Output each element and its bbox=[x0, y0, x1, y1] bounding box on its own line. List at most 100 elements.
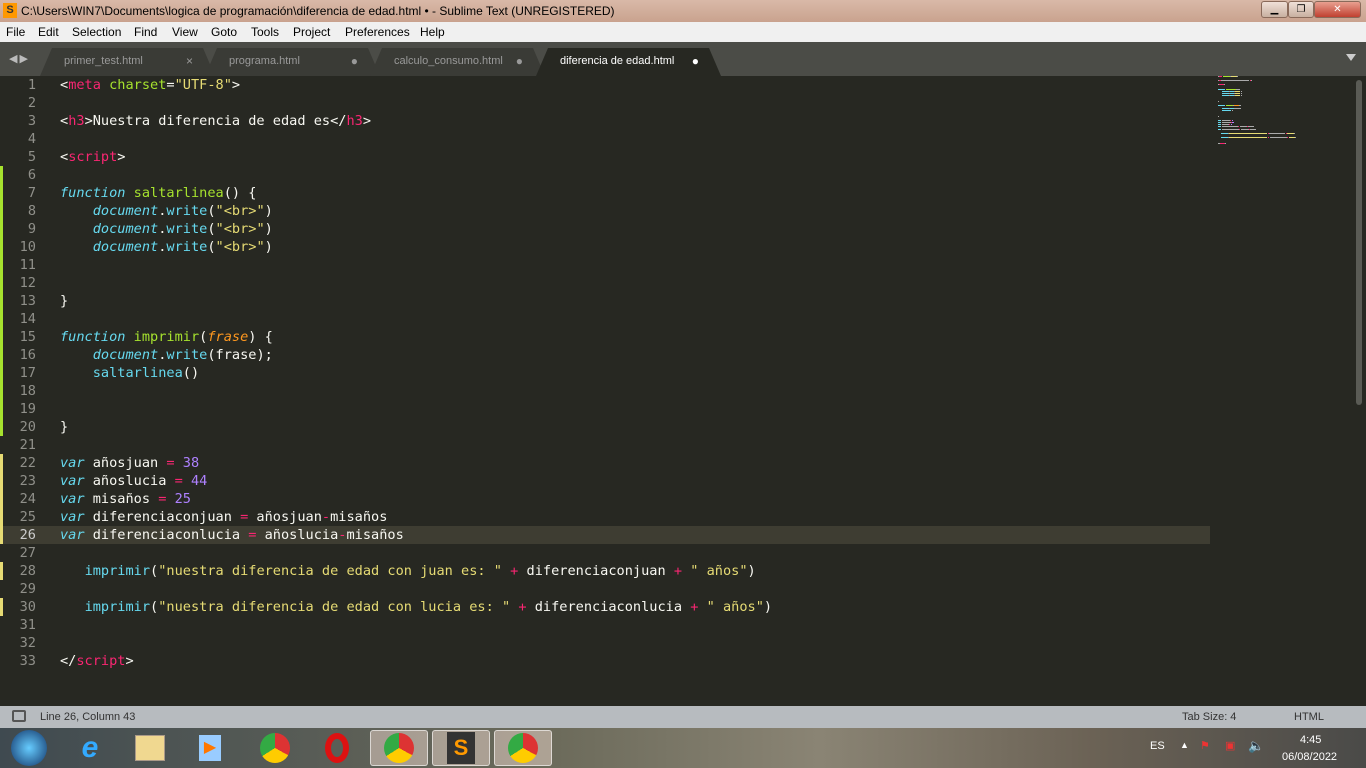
code-line[interactable]: 18 bbox=[0, 382, 1210, 400]
code-token: function bbox=[60, 185, 126, 201]
code-line[interactable]: 24 var misaños = 25 bbox=[0, 490, 1210, 508]
code-token: saltarlinea bbox=[133, 185, 224, 201]
code-editor[interactable]: 1 <meta charset="UTF-8"> 2 3 <h3>Nuestra dif… bbox=[0, 76, 1366, 706]
menu-preferences[interactable]: Preferences bbox=[345, 25, 410, 39]
code-line[interactable]: 27 bbox=[0, 544, 1210, 562]
tab-list-dropdown-icon[interactable] bbox=[1346, 54, 1356, 61]
code-line[interactable]: 10 document.write("<br>") bbox=[0, 238, 1210, 256]
code-line[interactable]: 28 imprimir("nuestra diferencia de edad … bbox=[0, 562, 1210, 580]
code-line[interactable]: 6 bbox=[0, 166, 1210, 184]
line-code: <meta charset="UTF-8"> bbox=[60, 76, 240, 94]
menu-project[interactable]: Project bbox=[293, 25, 330, 39]
minimap-line bbox=[1293, 132, 1295, 134]
menu-help[interactable]: Help bbox=[420, 25, 445, 39]
menu-view[interactable]: View bbox=[172, 25, 198, 39]
tab-calculo-consumo[interactable]: calculo_consumo.html ● bbox=[370, 48, 545, 76]
menu-tools[interactable]: Tools bbox=[251, 25, 279, 39]
close-tab-icon[interactable]: × bbox=[186, 54, 193, 68]
line-code: var añosjuan = 38 bbox=[60, 454, 199, 472]
code-token: ( bbox=[150, 599, 159, 615]
chrome-profile-icon[interactable] bbox=[494, 730, 552, 766]
line-code: var añoslucia = 44 bbox=[60, 472, 207, 490]
unsaved-dot-icon[interactable]: ● bbox=[692, 54, 699, 68]
code-token: write bbox=[166, 203, 208, 219]
code-line[interactable]: 9 document.write("<br>") bbox=[0, 220, 1210, 238]
code-line[interactable]: 19 bbox=[0, 400, 1210, 418]
code-line[interactable]: 30 imprimir("nuestra diferencia de edad … bbox=[0, 598, 1210, 616]
sublime-logo-icon: S bbox=[3, 3, 17, 18]
code-line[interactable]: 25 var diferenciaconjuan = añosjuan-misañ… bbox=[0, 508, 1210, 526]
syntax-mode[interactable]: HTML bbox=[1294, 711, 1324, 723]
network-icon[interactable]: ▣ bbox=[1225, 739, 1235, 752]
code-line[interactable]: 14 bbox=[0, 310, 1210, 328]
minimap[interactable] bbox=[1218, 76, 1308, 156]
panel-toggle-icon[interactable] bbox=[12, 710, 26, 722]
chrome-profile-icon[interactable] bbox=[370, 730, 428, 766]
code-line[interactable]: 15 function imprimir(frase) { bbox=[0, 328, 1210, 346]
code-line[interactable]: 7 function saltarlinea() { bbox=[0, 184, 1210, 202]
chrome-icon[interactable] bbox=[246, 730, 304, 766]
tab-primer-test[interactable]: primer_test.html × bbox=[40, 48, 215, 76]
code-line[interactable]: 31 bbox=[0, 616, 1210, 634]
volume-icon[interactable]: 🔈 bbox=[1248, 738, 1264, 754]
menu-file[interactable]: File bbox=[6, 25, 25, 39]
clock-time[interactable]: 4:45 bbox=[1300, 734, 1321, 746]
code-line[interactable]: 26 var diferenciaconlucia = añoslucia-mis… bbox=[0, 526, 1210, 544]
menu-goto[interactable]: Goto bbox=[211, 25, 237, 39]
line-number: 19 bbox=[19, 401, 36, 417]
action-center-icon[interactable]: ⚑ bbox=[1200, 739, 1210, 752]
line-code: } bbox=[60, 292, 68, 310]
opera-icon[interactable] bbox=[308, 730, 366, 766]
code-line[interactable]: 5 <script> bbox=[0, 148, 1210, 166]
minimap-line bbox=[1221, 128, 1239, 130]
tab-diferencia-de-edad[interactable]: diferencia de edad.html ● bbox=[536, 48, 721, 76]
unsaved-dot-icon[interactable]: ● bbox=[351, 54, 358, 68]
minimize-button[interactable]: ▁ bbox=[1261, 1, 1288, 18]
code-line[interactable]: 1 <meta charset="UTF-8"> bbox=[0, 76, 1210, 94]
windows-start-icon[interactable] bbox=[0, 730, 58, 766]
code-line[interactable]: 2 bbox=[0, 94, 1210, 112]
vertical-scrollbar[interactable] bbox=[1356, 80, 1362, 405]
code-line[interactable]: 16 document.write(frase); bbox=[0, 346, 1210, 364]
show-hidden-icons-icon[interactable]: ▲ bbox=[1180, 740, 1189, 750]
code-token: " años" bbox=[706, 599, 764, 615]
code-line[interactable]: 23 var añoslucia = 44 bbox=[0, 472, 1210, 490]
menu-selection[interactable]: Selection bbox=[72, 25, 121, 39]
code-line[interactable]: 4 bbox=[0, 130, 1210, 148]
line-number: 20 bbox=[19, 419, 36, 435]
tab-size[interactable]: Tab Size: 4 bbox=[1182, 711, 1236, 723]
minimap-line bbox=[1236, 76, 1238, 77]
code-line[interactable]: 32 bbox=[0, 634, 1210, 652]
code-line[interactable]: 22 var añosjuan = 38 bbox=[0, 454, 1210, 472]
menu-find[interactable]: Find bbox=[134, 25, 157, 39]
close-button[interactable]: ✕ bbox=[1314, 1, 1361, 18]
clock-date[interactable]: 06/08/2022 bbox=[1282, 751, 1337, 763]
maximize-button[interactable]: ❐ bbox=[1288, 1, 1314, 18]
code-line[interactable]: 20} bbox=[0, 418, 1210, 436]
code-line[interactable]: 3 <h3>Nuestra diferencia de edad es</h3> bbox=[0, 112, 1210, 130]
code-line[interactable]: 33 </script> bbox=[0, 652, 1210, 670]
file-explorer-icon[interactable] bbox=[121, 730, 179, 766]
internet-explorer-icon[interactable]: e bbox=[61, 730, 119, 766]
sublime-text-icon[interactable]: S bbox=[432, 730, 490, 766]
code-line[interactable]: 21 bbox=[0, 436, 1210, 454]
code-token: charset bbox=[109, 77, 167, 93]
media-player-icon[interactable]: ▶ bbox=[181, 730, 239, 766]
code-line[interactable]: 13} bbox=[0, 292, 1210, 310]
code-line[interactable]: 12 bbox=[0, 274, 1210, 292]
line-code: imprimir("nuestra diferencia de edad con… bbox=[60, 562, 756, 580]
menu-edit[interactable]: Edit bbox=[38, 25, 59, 39]
unsaved-dot-icon[interactable]: ● bbox=[516, 54, 523, 68]
tab-programa[interactable]: programa.html ● bbox=[205, 48, 380, 76]
language-indicator[interactable]: ES bbox=[1150, 740, 1165, 752]
code-line[interactable]: 29 bbox=[0, 580, 1210, 598]
minimap-line bbox=[1224, 84, 1226, 86]
code-line[interactable]: 17 saltarlinea() bbox=[0, 364, 1210, 382]
line-number: 14 bbox=[19, 311, 36, 327]
code-token: () { bbox=[223, 185, 257, 201]
tab-nav-arrows-icon[interactable]: ◀▶ bbox=[9, 52, 30, 65]
code-line[interactable]: 8 document.write("<br>") bbox=[0, 202, 1210, 220]
minimap-line bbox=[1231, 109, 1234, 111]
code-line[interactable]: 11 bbox=[0, 256, 1210, 274]
